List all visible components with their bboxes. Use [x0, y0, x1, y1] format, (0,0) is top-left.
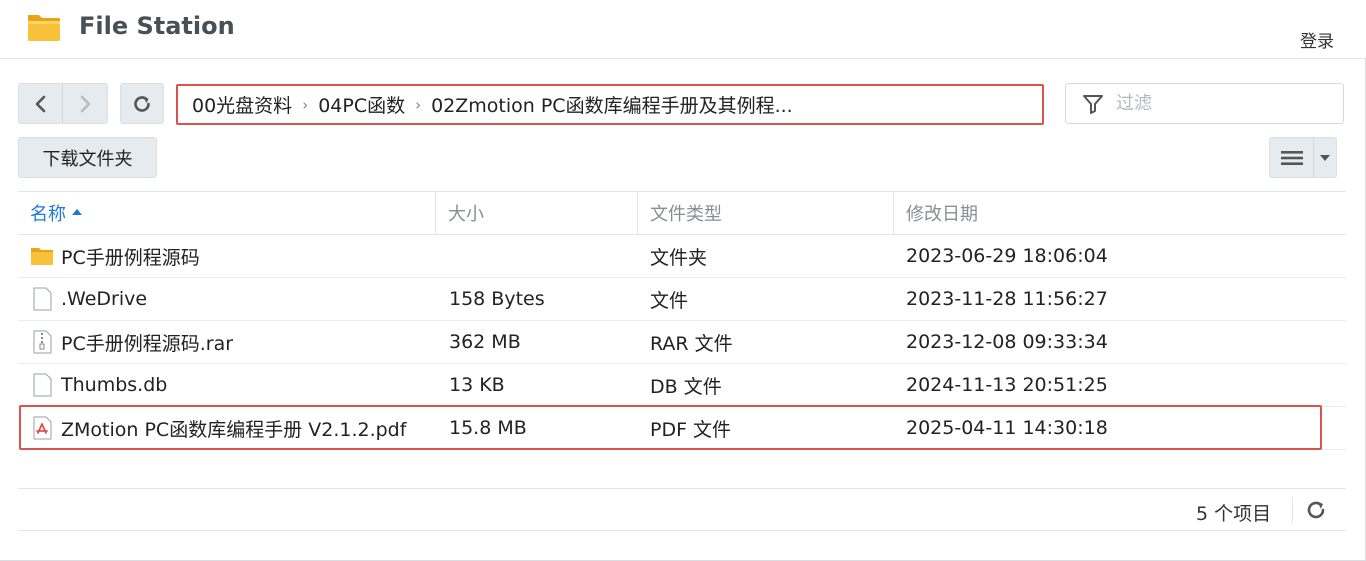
chevron-right-icon: ›	[302, 95, 309, 114]
file-size: 158 Bytes	[449, 288, 545, 310]
list-view-icon	[1280, 150, 1303, 165]
chevron-right-icon: ›	[415, 95, 422, 114]
file-name-cell: ZMotion PC函数库编程手册 V2.1.2.pdf	[30, 407, 434, 449]
refresh-button[interactable]	[120, 83, 164, 124]
view-dropdown-button[interactable]	[1314, 138, 1336, 177]
file-icon	[33, 287, 52, 311]
file-modified: 2024-11-13 20:51:25	[906, 374, 1108, 396]
filter-box	[1065, 83, 1344, 124]
file-size: 362 MB	[449, 331, 521, 353]
filter-icon	[1083, 94, 1103, 114]
folder-app-icon	[28, 15, 60, 41]
breadcrumb-item-current[interactable]: 02Zmotion PC函数库编程手册及其例程...	[431, 91, 793, 118]
footer-bottom-divider	[18, 530, 1346, 531]
sort-ascending-icon	[72, 209, 82, 215]
file-name-cell: Thumbs.db	[30, 364, 434, 406]
back-button[interactable]	[19, 84, 63, 123]
chevron-left-icon	[35, 95, 45, 112]
file-row[interactable]: .WeDrive 158 Bytes 文件 2023-11-28 11:56:2…	[18, 278, 1346, 321]
file-name: Thumbs.db	[61, 374, 168, 396]
file-name: ZMotion PC函数库编程手册 V2.1.2.pdf	[61, 418, 407, 441]
file-name-cell: PC手册例程源码	[30, 235, 434, 277]
app-title: File Station	[79, 12, 235, 40]
column-header-name[interactable]: 名称	[18, 192, 436, 234]
chevron-right-icon	[80, 95, 91, 112]
caret-down-icon	[1320, 154, 1330, 161]
file-name: PC手册例程源码	[61, 246, 200, 269]
file-type: 文件夹	[650, 246, 708, 269]
file-size: 15.8 MB	[449, 417, 527, 439]
file-grid: 名称 大小 文件类型 修改日期 PC手册例程源码 文件夹 2023-06-29 …	[18, 191, 1346, 450]
view-switcher	[1269, 137, 1337, 178]
breadcrumb-item[interactable]: 00光盘资料	[192, 91, 292, 118]
list-view-button[interactable]	[1270, 138, 1314, 177]
file-name-cell: .WeDrive	[30, 278, 434, 320]
breadcrumb-item[interactable]: 04PC函数	[318, 91, 405, 118]
history-nav	[18, 83, 108, 124]
file-row[interactable]: PC手册例程源码.rar 362 MB RAR 文件 2023-12-08 09…	[18, 321, 1346, 364]
folder-icon	[31, 248, 53, 265]
archive-icon	[33, 330, 52, 354]
file-icon	[33, 373, 52, 397]
grid-header: 名称 大小 文件类型 修改日期	[18, 191, 1346, 235]
item-count: 5 个项目	[1196, 503, 1272, 525]
file-modified: 2023-11-28 11:56:27	[906, 288, 1108, 310]
column-header-size[interactable]: 大小	[436, 192, 638, 234]
app-header: File Station 登录	[0, 0, 1366, 59]
file-modified: 2025-04-11 14:30:18	[906, 417, 1108, 439]
filter-input[interactable]	[1116, 93, 1336, 114]
pdf-icon	[33, 416, 52, 440]
file-type: RAR 文件	[650, 332, 733, 355]
file-modified: 2023-12-08 09:33:34	[906, 331, 1108, 353]
file-name: .WeDrive	[61, 288, 148, 310]
login-link[interactable]: 登录	[1300, 27, 1334, 52]
file-size: 13 KB	[449, 374, 505, 396]
file-type: DB 文件	[650, 375, 722, 398]
file-row[interactable]: PC手册例程源码 文件夹 2023-06-29 18:06:04	[18, 235, 1346, 278]
file-modified: 2023-06-29 18:06:04	[906, 245, 1108, 267]
file-name-cell: PC手册例程源码.rar	[30, 321, 434, 363]
breadcrumb: 00光盘资料 › 04PC函数 › 02Zmotion PC函数库编程手册及其例…	[176, 84, 1044, 125]
footer-separator	[1292, 497, 1293, 523]
refresh-icon	[134, 95, 150, 112]
column-header-modified[interactable]: 修改日期	[894, 192, 1346, 234]
forward-button[interactable]	[63, 84, 107, 123]
file-name: PC手册例程源码.rar	[61, 332, 234, 355]
footer-divider	[18, 488, 1346, 489]
column-header-label: 名称	[30, 204, 66, 225]
column-header-type[interactable]: 文件类型	[638, 192, 894, 234]
file-row-selected[interactable]: ZMotion PC函数库编程手册 V2.1.2.pdf 15.8 MB PDF…	[18, 407, 1346, 450]
file-type: 文件	[650, 289, 689, 312]
refresh-icon[interactable]	[1304, 498, 1328, 522]
file-type: PDF 文件	[650, 418, 732, 441]
download-folder-button[interactable]: 下载文件夹	[18, 137, 157, 178]
file-row[interactable]: Thumbs.db 13 KB DB 文件 2024-11-13 20:51:2…	[18, 364, 1346, 407]
